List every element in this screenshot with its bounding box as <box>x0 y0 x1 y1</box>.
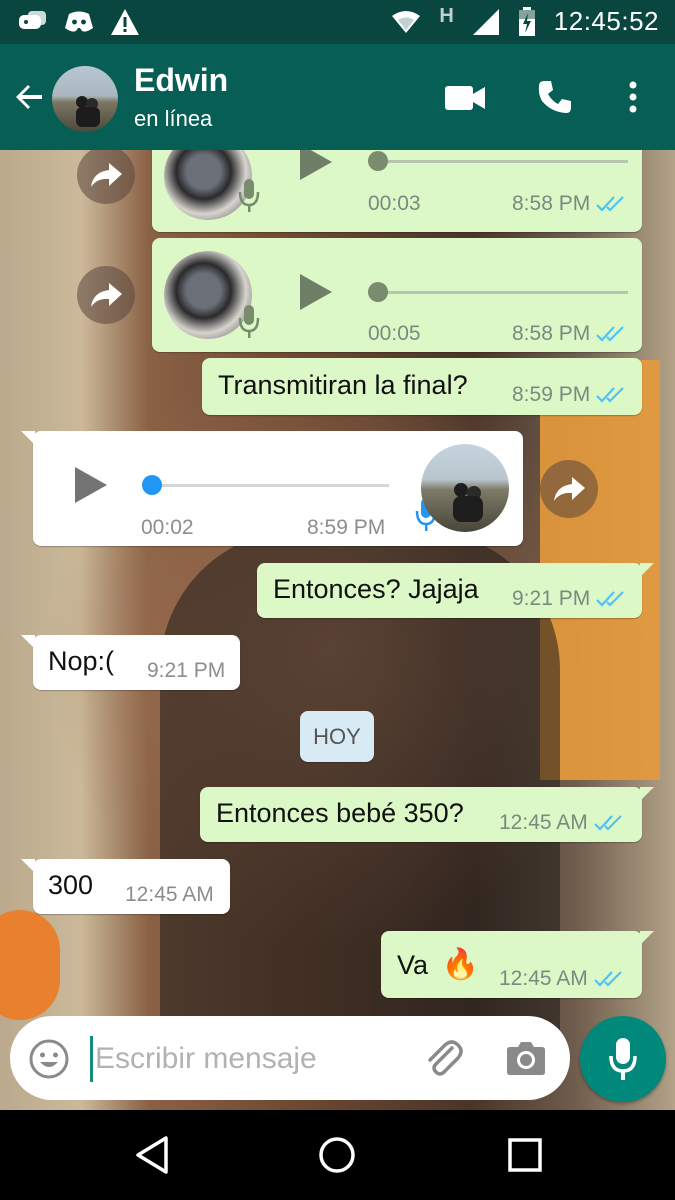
contact-name[interactable]: Edwin <box>134 62 228 99</box>
camera-icon[interactable] <box>506 1040 546 1076</box>
date-divider: HOY <box>300 711 374 762</box>
message-bubble-incoming[interactable]: 00:02 8:59 PM <box>21 431 523 546</box>
message-meta: 9:21 PM <box>147 659 225 683</box>
contact-avatar[interactable] <box>52 66 118 132</box>
voice-duration: 00:02 <box>141 516 194 539</box>
message-text: Transmitiran la final? <box>218 370 468 400</box>
phone-icon[interactable] <box>537 79 573 115</box>
mic-icon <box>238 305 260 338</box>
mic-icon <box>238 179 260 212</box>
message-input[interactable] <box>90 1036 417 1082</box>
voice-progress-track[interactable] <box>368 160 628 163</box>
voice-progress-knob[interactable] <box>142 475 162 495</box>
message-time: 8:58 PM <box>512 322 591 345</box>
message-bubble-outgoing[interactable]: Entonces bebé 350? 12:45 AM <box>200 787 654 842</box>
forward-icon <box>554 477 585 501</box>
voice-message-avatar <box>421 444 509 532</box>
back-arrow-icon[interactable] <box>12 79 48 115</box>
gamepad-icon <box>19 11 46 29</box>
clock: 12:45:52 <box>553 6 659 36</box>
forward-button[interactable] <box>77 266 135 324</box>
message-time: 12:45 AM <box>499 967 588 990</box>
fire-emoji-icon: 🔥 <box>441 948 479 981</box>
message-text-content: Va <box>397 950 429 980</box>
play-icon[interactable] <box>298 150 334 182</box>
forward-icon <box>91 283 122 307</box>
message-text: Entonces bebé 350? <box>216 798 464 828</box>
more-vert-icon[interactable] <box>626 80 640 114</box>
message-bubble-outgoing[interactable]: 00:03 8:58 PM <box>152 150 642 232</box>
message-time: 8:59 PM <box>307 516 386 539</box>
emoji-icon[interactable] <box>28 1038 70 1080</box>
message-meta: 12:45 AM <box>499 967 624 991</box>
message-time: 12:45 AM <box>499 811 588 834</box>
attach-icon[interactable] <box>422 1038 464 1080</box>
message-time: 9:21 PM <box>512 587 591 610</box>
play-icon[interactable] <box>73 465 109 505</box>
message-meta: 12:45 AM <box>125 883 214 907</box>
message-bubble-incoming[interactable]: 300 12:45 AM <box>21 859 230 914</box>
chat-header: Edwin en línea <box>0 44 675 150</box>
message-meta: 8:58 PM <box>512 322 626 346</box>
mic-icon <box>609 1038 637 1080</box>
status-bar: H 12:45:52 <box>0 0 675 44</box>
back-nav-icon[interactable] <box>132 1134 174 1176</box>
message-meta: 8:59 PM <box>512 383 626 407</box>
play-icon[interactable] <box>298 272 334 312</box>
message-bubble-outgoing[interactable]: Entonces? Jajaja 9:21 PM <box>257 563 654 618</box>
video-call-icon[interactable] <box>444 84 486 112</box>
double-check-icon <box>596 387 624 403</box>
message-meta: 12:45 AM <box>499 811 624 835</box>
message-meta: 8:58 PM <box>512 192 626 216</box>
double-check-icon <box>593 971 622 987</box>
forward-button[interactable] <box>77 150 135 204</box>
double-check-icon <box>596 326 624 342</box>
double-check-icon <box>593 815 622 831</box>
message-time: 9:21 PM <box>147 659 226 682</box>
voice-duration: 00:03 <box>368 192 421 215</box>
message-time: 8:58 PM <box>512 192 591 215</box>
double-check-icon <box>596 196 624 212</box>
message-bubble-outgoing[interactable]: 00:05 8:58 PM <box>152 238 642 352</box>
discord-icon <box>65 11 93 32</box>
message-bubble-outgoing[interactable]: Va 🔥 12:45 AM <box>381 931 654 998</box>
voice-progress-knob[interactable] <box>368 282 388 302</box>
voice-duration: 00:05 <box>368 322 421 345</box>
recents-nav-icon[interactable] <box>504 1134 546 1176</box>
contact-status: en línea <box>134 106 213 131</box>
message-time: 8:59 PM <box>512 383 591 406</box>
signal-icon <box>472 8 499 35</box>
voice-progress-track[interactable] <box>143 484 389 487</box>
voice-record-button[interactable] <box>580 1016 666 1102</box>
voice-progress-track[interactable] <box>368 291 628 294</box>
wifi-icon <box>392 10 421 33</box>
battery-charging-icon <box>518 6 535 36</box>
network-type-label: H <box>439 5 454 27</box>
system-nav-bar <box>0 1110 675 1200</box>
chat-area[interactable]: 00:03 8:58 PM 00:05 8:58 PM Transmitiran… <box>0 150 675 1110</box>
message-text: 300 <box>48 870 94 900</box>
message-text: Entonces? Jajaja <box>273 574 479 604</box>
message-bubble-outgoing[interactable]: Transmitiran la final? 8:59 PM <box>202 358 642 415</box>
voice-progress-knob[interactable] <box>368 151 388 171</box>
forward-button[interactable] <box>540 460 598 518</box>
message-time: 12:45 AM <box>125 883 214 906</box>
warning-icon <box>111 9 139 35</box>
home-nav-icon[interactable] <box>316 1134 358 1176</box>
wallpaper-shape <box>0 910 60 1020</box>
message-meta: 8:59 PM <box>307 516 385 540</box>
message-text: Va 🔥 <box>397 947 479 982</box>
message-composer <box>10 1016 570 1100</box>
forward-icon <box>91 163 122 187</box>
message-bubble-incoming[interactable]: Nop:( 9:21 PM <box>21 635 240 690</box>
double-check-icon <box>596 591 624 607</box>
message-text: Nop:( <box>48 646 115 676</box>
message-meta: 9:21 PM <box>512 587 626 611</box>
